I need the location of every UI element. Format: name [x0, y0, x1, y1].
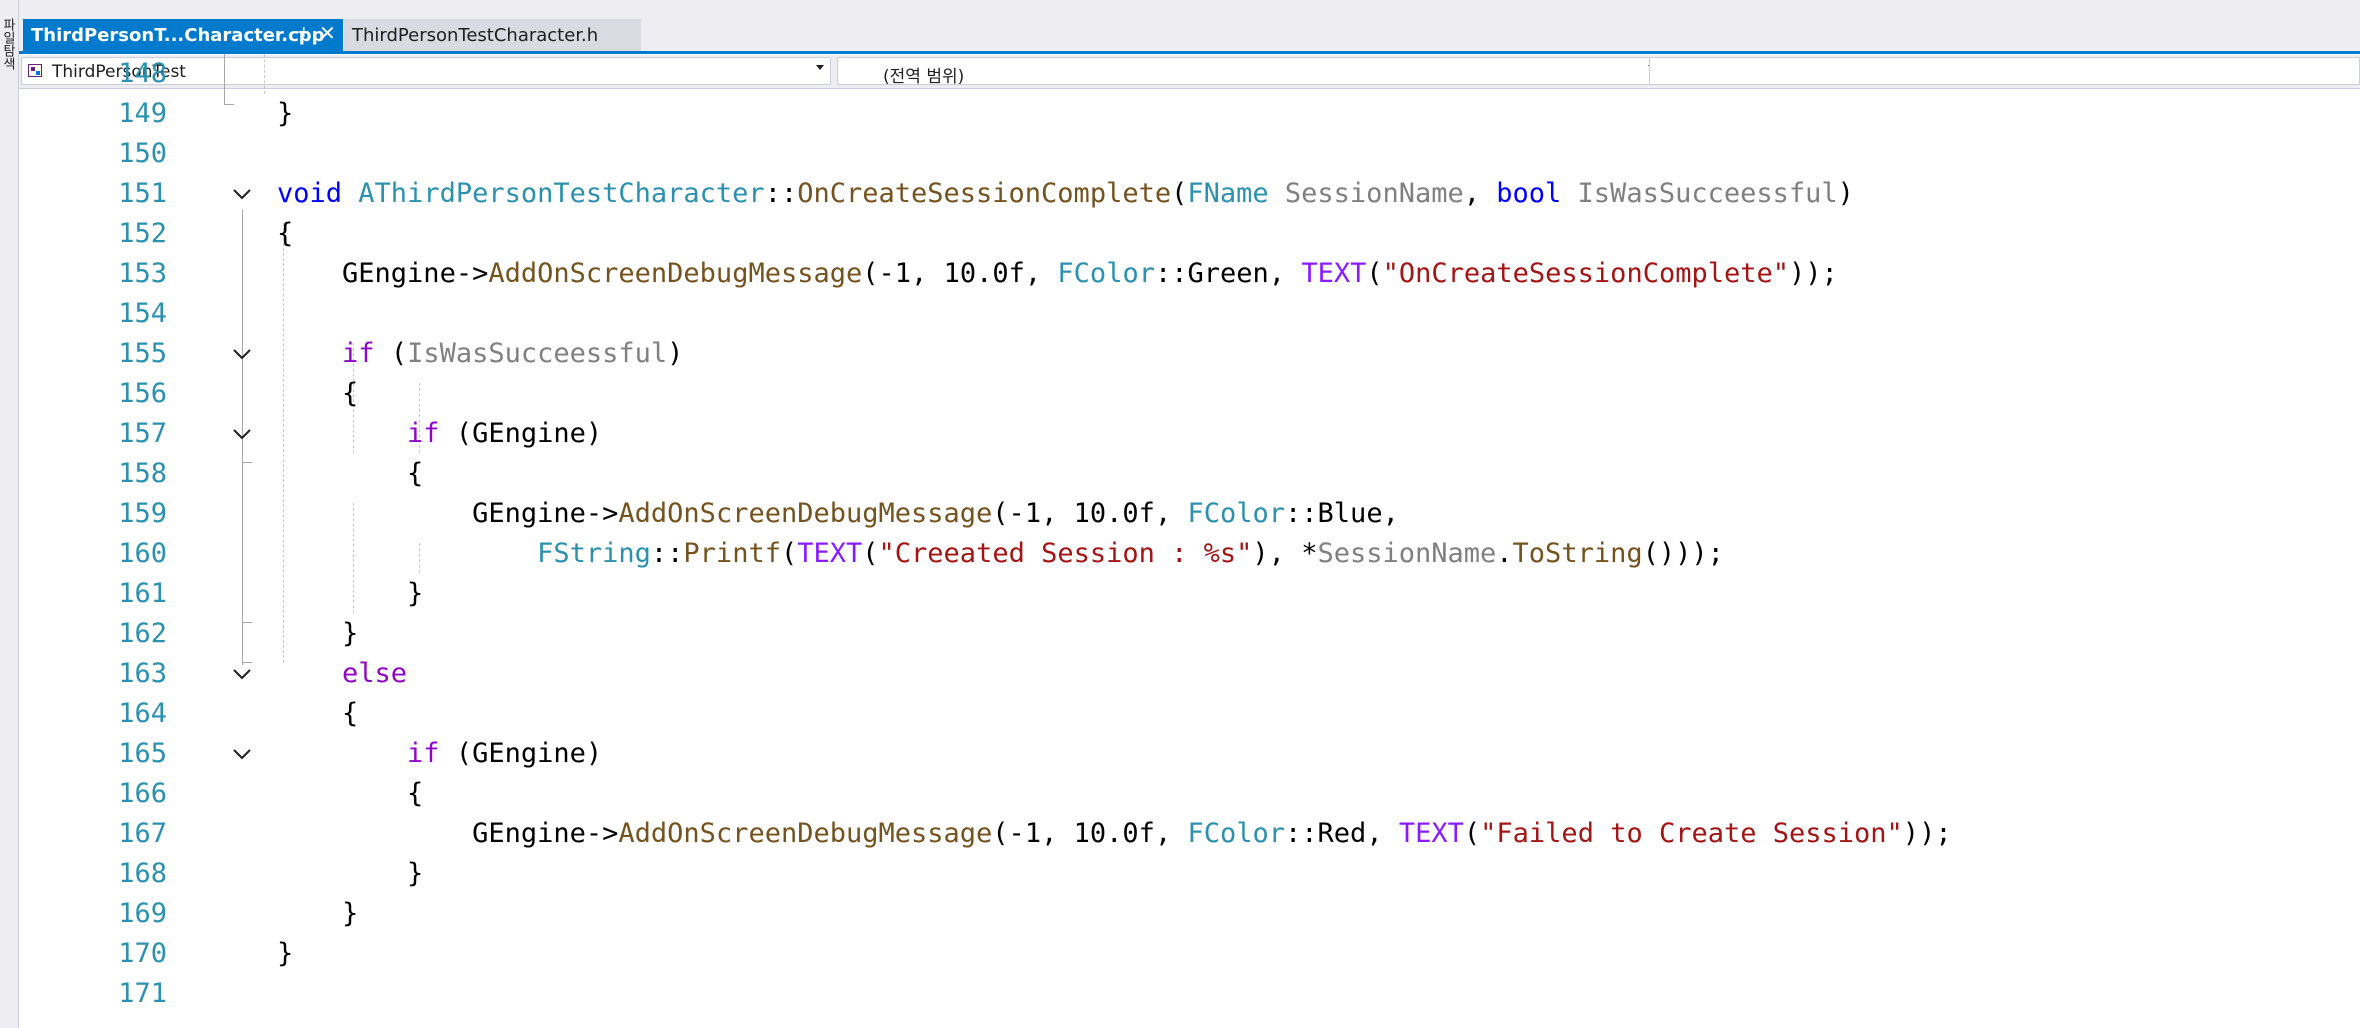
line-number: 159 — [118, 498, 167, 529]
code-line[interactable]: 149} — [19, 94, 2360, 134]
code-line[interactable]: 153 GEngine->AddOnScreenDebugMessage(-1,… — [19, 254, 2360, 294]
tab-character-cpp[interactable]: ThirdPersonT...Character.cpp ⊣ ✕ — [23, 19, 343, 51]
code-text: if (GEngine) — [407, 738, 603, 769]
code-text: { — [407, 458, 424, 489]
code-line[interactable]: 170} — [19, 934, 2360, 974]
tab-label: ThirdPersonT...Character.cpp — [31, 24, 325, 46]
code-line[interactable]: 154 — [19, 294, 2360, 334]
code-text: GEngine->AddOnScreenDebugMessage(-1, 10.… — [342, 258, 1838, 289]
code-text: } — [407, 578, 424, 609]
code-text: else — [342, 658, 408, 689]
code-text: if (IsWasSucceessful) — [342, 338, 684, 369]
code-text: { — [342, 378, 359, 409]
line-number: 153 — [118, 258, 167, 289]
code-text: } — [342, 618, 359, 649]
line-number: 168 — [118, 858, 167, 889]
code-line[interactable]: 150 — [19, 134, 2360, 174]
collapse-chevron-icon[interactable] — [232, 348, 252, 360]
line-number: 164 — [118, 698, 167, 729]
line-number: 161 — [118, 578, 167, 609]
line-number: 148 — [118, 58, 167, 89]
line-number: 155 — [118, 338, 167, 369]
code-text: { — [277, 218, 294, 249]
code-line[interactable]: 155 if (IsWasSucceessful) — [19, 334, 2360, 374]
left-strip-label[interactable]: 파일탐색 — [0, 18, 17, 70]
code-editor[interactable]: 148 149} 150 151 void AThirdPersonTestCharac… — [19, 54, 2360, 1028]
code-line[interactable]: 152 { — [19, 214, 2360, 254]
code-line[interactable]: 169 } — [19, 894, 2360, 934]
code-text: GEngine->AddOnScreenDebugMessage(-1, 10.… — [472, 498, 1399, 529]
line-number: 150 — [118, 138, 167, 169]
line-number: 162 — [118, 618, 167, 649]
line-number: 157 — [118, 418, 167, 449]
code-text: } — [277, 98, 294, 129]
code-line[interactable]: 157 if (GEngine) — [19, 414, 2360, 454]
code-line[interactable]: 164 { — [19, 694, 2360, 734]
collapse-chevron-icon[interactable] — [232, 428, 252, 440]
code-text: } — [277, 938, 294, 969]
code-text: } — [342, 898, 359, 929]
code-text: } — [407, 858, 424, 889]
code-line[interactable]: 163 else — [19, 654, 2360, 694]
code-line[interactable]: 171 — [19, 974, 2360, 1014]
code-line[interactable]: 167 GEngine->AddOnScreenDebugMessage(-1,… — [19, 814, 2360, 854]
code-line[interactable]: 166 { — [19, 774, 2360, 814]
tab-label: ThirdPersonTestCharacter.h — [352, 24, 599, 46]
pin-icon[interactable]: ⊣ — [293, 25, 306, 41]
line-number: 166 — [118, 778, 167, 809]
collapse-chevron-icon[interactable] — [232, 668, 252, 680]
code-text: void AThirdPersonTestCharacter::OnCreate… — [277, 178, 1854, 209]
code-text: { — [342, 698, 359, 729]
code-line[interactable]: 151 void AThirdPersonTestCharacter::OnCre… — [19, 174, 2360, 214]
code-text: GEngine->AddOnScreenDebugMessage(-1, 10.… — [472, 818, 1952, 849]
line-number: 169 — [118, 898, 167, 929]
left-tool-strip[interactable]: 파일탐색 — [0, 0, 19, 1028]
code-text: FString::Printf(TEXT("Creeated Session :… — [537, 538, 1724, 569]
line-number: 154 — [118, 298, 167, 329]
line-number: 149 — [118, 98, 167, 129]
line-number: 165 — [118, 738, 167, 769]
collapse-chevron-icon[interactable] — [232, 748, 252, 760]
close-icon[interactable]: ✕ — [319, 21, 336, 45]
line-number: 160 — [118, 538, 167, 569]
line-number: 151 — [118, 178, 167, 209]
code-text: if (GEngine) — [407, 418, 603, 449]
code-line[interactable]: 162 } — [19, 614, 2360, 654]
code-line[interactable]: 158 { — [19, 454, 2360, 494]
line-number: 170 — [118, 938, 167, 969]
line-number: 171 — [118, 978, 167, 1009]
code-line[interactable]: 159 GEngine->AddOnScreenDebugMessage(-1,… — [19, 494, 2360, 534]
line-number: 156 — [118, 378, 167, 409]
code-line[interactable]: 148 — [19, 54, 2360, 94]
line-number: 163 — [118, 658, 167, 689]
tab-character-h[interactable]: ThirdPersonTestCharacter.h — [344, 19, 641, 51]
line-number: 152 — [118, 218, 167, 249]
line-number: 158 — [118, 458, 167, 489]
code-line[interactable]: 165 if (GEngine) — [19, 734, 2360, 774]
document-tab-bar: ThirdPersonT...Character.cpp ⊣ ✕ ThirdPe… — [19, 0, 2360, 54]
code-line[interactable]: 160 FString::Printf(TEXT("Creeated Sessi… — [19, 534, 2360, 574]
line-number: 167 — [118, 818, 167, 849]
collapse-chevron-icon[interactable] — [232, 188, 252, 200]
code-line[interactable]: 168 } — [19, 854, 2360, 894]
code-line[interactable]: 156 { — [19, 374, 2360, 414]
code-text: { — [407, 778, 424, 809]
code-line[interactable]: 161 } — [19, 574, 2360, 614]
